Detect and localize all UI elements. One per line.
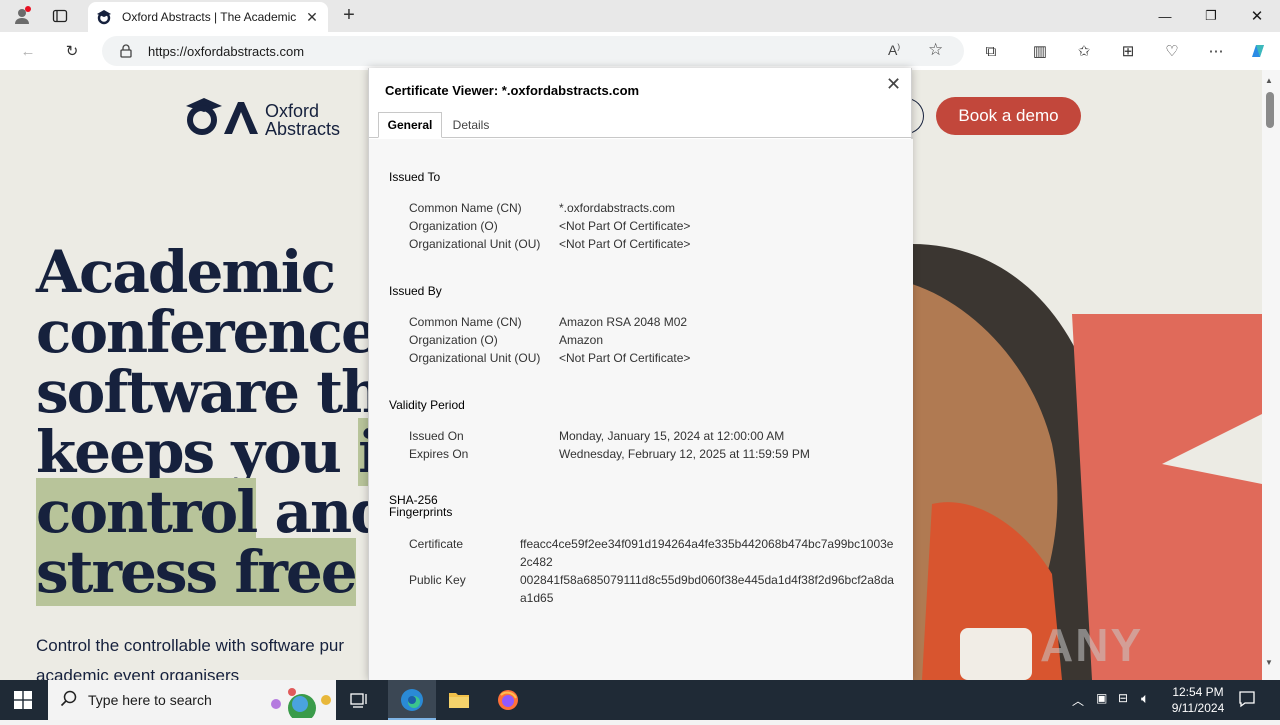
anyrun-watermark: ANY RUN — [1040, 619, 1144, 680]
search-icon — [60, 690, 78, 713]
issued-to-ou-label: Organizational Unit (OU) — [409, 237, 541, 251]
close-window-button[interactable]: ✕ — [1234, 0, 1280, 32]
hero-subtitle-2: academic event organisers — [36, 666, 240, 680]
volume-icon[interactable]: 🔈︎ — [1141, 690, 1149, 707]
favorite-star-icon[interactable]: ☆ — [928, 40, 943, 60]
start-windows-icon[interactable] — [14, 691, 32, 709]
task-view-icon[interactable] — [350, 691, 370, 709]
more-options-icon[interactable]: ⋯ — [1204, 39, 1228, 63]
public-key-fingerprint-label: Public Key — [409, 573, 466, 587]
browser-tab[interactable]: Oxford Abstracts | The Academic ✕ — [88, 2, 328, 32]
issued-by-heading: Issued By — [389, 284, 442, 298]
certificate-fingerprint-label: Certificate — [409, 537, 464, 551]
issued-to-cn-value: *.oxfordabstracts.com — [559, 201, 676, 215]
new-tab-button[interactable]: + — [338, 4, 360, 26]
hero-line-4a: keeps you — [36, 418, 359, 486]
browser-toolbar: ← ↻ https://oxfordabstracts.com A) ☆ ⧉ ▥… — [0, 32, 1280, 70]
split-screen-icon[interactable]: ▥ — [1028, 39, 1052, 63]
hero-subtitle: Control the controllable with software p… — [36, 636, 345, 655]
firefox-icon[interactable] — [497, 689, 519, 711]
issued-by-ou-value: <Not Part Of Certificate> — [559, 351, 691, 365]
hero-line-5: control and — [36, 478, 391, 546]
tab-details[interactable]: Details — [445, 112, 497, 138]
oxford-abstracts-favicon-icon — [96, 9, 112, 25]
address-bar[interactable]: https://oxfordabstracts.com A) ☆ — [102, 36, 964, 66]
scroll-up-icon[interactable]: ▲ — [1265, 76, 1273, 85]
refresh-icon[interactable]: ↻ — [60, 39, 84, 63]
certificate-viewer-dialog: Certificate Viewer: *.oxfordabstracts.co… — [368, 68, 913, 680]
issued-by-o-value: Amazon — [559, 333, 604, 347]
copilot-icon[interactable] — [1246, 39, 1270, 63]
logo-wordmark[interactable]: Oxford Abstracts — [265, 102, 340, 138]
validity-heading: Validity Period — [389, 398, 465, 412]
issued-to-o-label: Organization (O) — [409, 219, 498, 233]
read-aloud-icon[interactable]: A) — [888, 42, 900, 58]
taskbar-search-box[interactable]: Type here to search — [48, 680, 336, 723]
hero-line-3: software tha — [36, 358, 419, 426]
issued-on-value: Monday, January 15, 2024 at 12:00:00 AM — [559, 429, 785, 443]
minimize-button[interactable]: — — [1142, 0, 1188, 32]
scroll-down-icon[interactable]: ▼ — [1265, 658, 1273, 667]
issued-to-cn-label: Common Name (CN) — [409, 201, 522, 215]
edge-taskbar-icon[interactable] — [388, 680, 436, 720]
url-text: https://oxfordabstracts.com — [148, 43, 305, 59]
dialog-close-icon[interactable]: ✕ — [886, 74, 901, 95]
logo-line1: Oxford — [265, 101, 320, 121]
issued-on-label: Issued On — [409, 429, 464, 443]
close-tab-icon[interactable]: ✕ — [304, 9, 320, 26]
device-icon[interactable]: ▣ — [1096, 691, 1107, 705]
hero-highlight-stress-free: stress free — [36, 538, 358, 606]
notifications-icon[interactable] — [1238, 690, 1256, 708]
dialog-title: Certificate Viewer: *.oxfordabstracts.co… — [385, 83, 640, 98]
fingerprints-heading-2: Fingerprints — [389, 505, 453, 519]
clock-time: 12:54 PM — [1172, 685, 1224, 699]
favorites-icon[interactable]: ✩ — [1072, 39, 1096, 63]
issued-by-ou-label: Organizational Unit (OU) — [409, 351, 541, 365]
chevron-up-icon[interactable]: ︿ — [1072, 692, 1084, 709]
search-placeholder: Type here to search — [88, 692, 212, 708]
back-icon[interactable]: ← — [16, 39, 40, 63]
fingerprints-heading: SHA-256 Fingerprints — [389, 494, 452, 518]
extensions-icon[interactable]: ⧉ — [979, 39, 1003, 63]
taskbar: Type here to search ︿ ▣ ⊟ 🔈︎ 12:54 PM 9/… — [0, 680, 1280, 723]
public-key-fingerprint-value: 002841f58a685079111d8c55d9bd060f38e445da… — [520, 573, 894, 605]
collections-icon[interactable]: ⊞ — [1116, 39, 1140, 63]
file-explorer-icon[interactable] — [448, 690, 470, 710]
issued-to-ou-value: <Not Part Of Certificate> — [559, 237, 691, 251]
expires-on-label: Expires On — [409, 447, 469, 461]
restore-button[interactable]: ❐ — [1188, 0, 1234, 32]
hero-line-1: Academic — [36, 238, 336, 306]
issued-to-o-value: <Not Part Of Certificate> — [559, 219, 691, 233]
hero-highlight-control: control — [36, 478, 258, 546]
hero-line-4: keeps you in — [36, 418, 420, 486]
logo-line2: Abstracts — [265, 119, 341, 139]
lock-icon[interactable] — [118, 43, 134, 59]
hero-line-2: conference — [36, 298, 378, 366]
book-demo-button[interactable]: Book a demo — [936, 97, 1081, 135]
system-clock[interactable]: 12:54 PM 9/11/2024 — [1160, 684, 1236, 716]
search-highlight-icon — [262, 684, 332, 723]
hero-line-6: stress free — [36, 538, 358, 606]
issued-by-cn-value: Amazon RSA 2048 M02 — [559, 315, 688, 329]
profile-icon[interactable] — [12, 6, 32, 26]
network-icon[interactable]: ⊟ — [1118, 691, 1128, 705]
certificate-fingerprint-value: ffeacc4ce59f2ee34f091d194264a4fe335b4420… — [520, 537, 894, 569]
issued-by-cn-label: Common Name (CN) — [409, 315, 522, 329]
clock-date: 9/11/2024 — [1171, 701, 1225, 715]
page-scrollbar[interactable]: ▲ ▼ — [1262, 70, 1280, 680]
tab-actions-icon[interactable] — [52, 8, 68, 24]
issued-to-heading: Issued To — [389, 170, 441, 184]
tab-bar: Oxford Abstracts | The Academic ✕ + — ❐ … — [0, 0, 1280, 32]
oxford-abstracts-logo-icon[interactable] — [184, 96, 260, 136]
expires-on-value: Wednesday, February 12, 2025 at 11:59:59… — [559, 447, 810, 461]
dialog-tabs: General Details — [369, 112, 913, 138]
dialog-body: Issued To Common Name (CN) *.oxfordabstr… — [369, 139, 913, 680]
tab-title: Oxford Abstracts | The Academic — [122, 10, 297, 24]
scroll-thumb[interactable] — [1266, 92, 1274, 128]
hero-photo — [912, 244, 1262, 680]
tab-general[interactable]: General — [378, 112, 442, 138]
browser-essentials-icon[interactable]: ♡ — [1160, 39, 1184, 63]
issued-by-o-label: Organization (O) — [409, 333, 498, 347]
